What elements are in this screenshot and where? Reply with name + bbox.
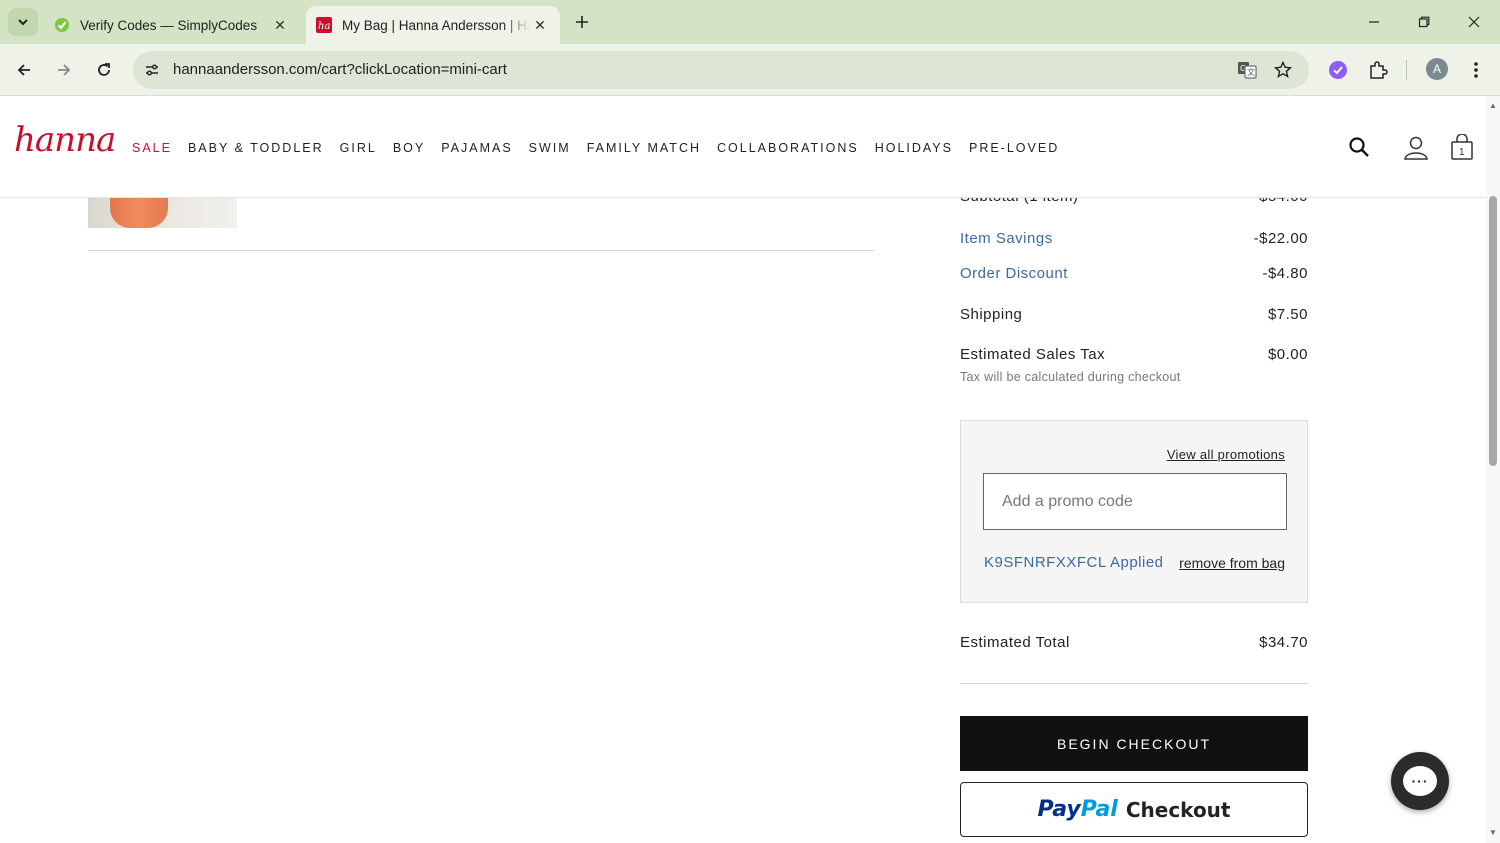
chat-dots: ··· bbox=[1411, 773, 1429, 789]
begin-checkout-button[interactable]: BEGIN CHECKOUT bbox=[960, 716, 1308, 771]
browser-menu-icon[interactable] bbox=[1463, 57, 1489, 83]
scroll-down-icon[interactable]: ▼ bbox=[1488, 827, 1498, 837]
chat-bubble-icon: ··· bbox=[1403, 766, 1437, 796]
view-all-promotions-link[interactable]: View all promotions bbox=[1167, 447, 1285, 462]
dress-image-detail bbox=[110, 198, 168, 228]
profile-avatar[interactable]: A bbox=[1426, 58, 1448, 80]
product-image[interactable] bbox=[88, 198, 237, 228]
sales-tax-row: Estimated Sales Tax $0.00 bbox=[960, 346, 1308, 363]
hanna-favicon-icon: ha bbox=[316, 17, 332, 33]
main-nav: SALE BABY & TODDLER GIRL BOY PAJAMAS SWI… bbox=[132, 141, 1075, 155]
item-savings-row: Item Savings -$22.00 bbox=[960, 230, 1308, 247]
url-text: hannaandersson.com/cart?clickLocation=mi… bbox=[173, 61, 507, 78]
nav-item-collaborations[interactable]: COLLABORATIONS bbox=[717, 141, 859, 155]
promo-code-panel: View all promotions K9SFNRFXXFCL Applied… bbox=[960, 420, 1308, 603]
tab-title: My Bag | Hanna Andersson | Hanna bbox=[342, 17, 530, 33]
translate-icon[interactable]: G文 bbox=[1236, 59, 1258, 81]
promo-code-input[interactable] bbox=[983, 473, 1287, 530]
tab-my-bag[interactable]: ha My Bag | Hanna Andersson | Hanna ✕ bbox=[306, 6, 560, 44]
nav-item-holidays[interactable]: HOLIDAYS bbox=[875, 141, 953, 155]
nav-item-sale[interactable]: SALE bbox=[132, 141, 172, 155]
browser-toolbar: hannaandersson.com/cart?clickLocation=mi… bbox=[0, 44, 1500, 96]
new-tab-button[interactable] bbox=[570, 10, 594, 34]
arrow-left-icon bbox=[17, 64, 30, 76]
shopping-bag-icon[interactable]: 1 bbox=[1447, 132, 1477, 162]
account-icon[interactable] bbox=[1401, 132, 1431, 162]
order-discount-row: Order Discount -$4.80 bbox=[960, 265, 1308, 282]
close-icon bbox=[1468, 16, 1480, 28]
address-bar[interactable]: hannaandersson.com/cart?clickLocation=mi… bbox=[133, 51, 1309, 89]
order-discount-label[interactable]: Order Discount bbox=[960, 265, 1068, 282]
restore-icon bbox=[1418, 16, 1430, 28]
item-savings-value: -$22.00 bbox=[1253, 230, 1308, 247]
chevron-down-icon bbox=[18, 19, 28, 26]
nav-item-baby-toddler[interactable]: BABY & TODDLER bbox=[188, 141, 324, 155]
estimated-total-row: Estimated Total $34.70 bbox=[960, 634, 1308, 651]
paypal-checkout-label: Checkout bbox=[1125, 797, 1231, 822]
close-window-button[interactable] bbox=[1456, 8, 1492, 36]
nav-item-pajamas[interactable]: PAJAMAS bbox=[441, 141, 512, 155]
nav-item-boy[interactable]: BOY bbox=[393, 141, 425, 155]
minimize-icon bbox=[1369, 21, 1379, 23]
total-divider bbox=[960, 683, 1308, 684]
nav-item-family-match[interactable]: FAMILY MATCH bbox=[587, 141, 701, 155]
reload-icon bbox=[98, 63, 110, 76]
estimated-total-value: $34.70 bbox=[1259, 634, 1308, 651]
sales-tax-value: $0.00 bbox=[1267, 346, 1308, 363]
bag-count: 1 bbox=[1459, 147, 1465, 158]
reload-button[interactable] bbox=[90, 56, 118, 84]
hanna-logo[interactable]: hanna bbox=[14, 120, 116, 160]
nav-item-pre-loved[interactable]: PRE-LOVED bbox=[969, 141, 1059, 155]
scroll-up-icon[interactable]: ▲ bbox=[1488, 100, 1498, 110]
shipping-label: Shipping bbox=[960, 306, 1023, 323]
close-tab-icon[interactable]: ✕ bbox=[530, 15, 550, 35]
back-button[interactable] bbox=[10, 56, 38, 84]
tab-simplycodes[interactable]: Verify Codes — SimplyCodes ✕ bbox=[44, 6, 300, 44]
tab-search-button[interactable] bbox=[8, 8, 38, 36]
search-icon[interactable] bbox=[1344, 132, 1374, 162]
applied-promo-code: K9SFNRFXXFCL Applied bbox=[984, 554, 1164, 571]
remove-promo-link[interactable]: remove from bag bbox=[1179, 555, 1285, 571]
site-header: hanna SALE BABY & TODDLER GIRL BOY PAJAM… bbox=[0, 96, 1486, 198]
extensions-puzzle-icon[interactable] bbox=[1365, 57, 1391, 83]
tab-strip: Verify Codes — SimplyCodes ✕ ha My Bag |… bbox=[0, 0, 1500, 44]
toolbar-separator bbox=[1406, 60, 1407, 80]
minimize-button[interactable] bbox=[1356, 8, 1392, 36]
svg-text:ha: ha bbox=[318, 21, 330, 32]
scrollbar-thumb[interactable] bbox=[1489, 196, 1497, 466]
forward-button[interactable] bbox=[50, 56, 78, 84]
shipping-row: Shipping $7.50 bbox=[960, 306, 1308, 323]
close-tab-icon[interactable]: ✕ bbox=[270, 15, 290, 35]
nav-item-girl[interactable]: GIRL bbox=[340, 141, 377, 155]
restore-button[interactable] bbox=[1406, 8, 1442, 36]
estimated-total-label: Estimated Total bbox=[960, 634, 1070, 651]
bookmark-star-icon[interactable] bbox=[1272, 59, 1294, 81]
simplycodes-favicon-icon bbox=[54, 17, 70, 33]
tab-title: Verify Codes — SimplyCodes bbox=[80, 17, 258, 33]
order-discount-value: -$4.80 bbox=[1262, 265, 1308, 282]
tax-note: Tax will be calculated during checkout bbox=[960, 370, 1181, 384]
svg-text:文: 文 bbox=[1247, 67, 1255, 77]
plus-icon bbox=[576, 16, 588, 28]
extension-simplycodes-icon[interactable] bbox=[1325, 57, 1351, 83]
site-info-icon[interactable] bbox=[141, 59, 163, 81]
paypal-checkout-button[interactable]: Pay Pal Checkout bbox=[960, 782, 1308, 837]
product-divider bbox=[88, 250, 874, 251]
sales-tax-label: Estimated Sales Tax bbox=[960, 346, 1106, 363]
arrow-right-icon bbox=[58, 64, 71, 76]
page-scrollbar[interactable]: ▲ ▼ bbox=[1486, 96, 1500, 843]
shipping-value: $7.50 bbox=[1267, 306, 1308, 323]
chat-button[interactable]: ··· bbox=[1391, 752, 1449, 810]
paypal-logo-pay: Pay bbox=[1037, 797, 1081, 822]
paypal-logo-pal: Pal bbox=[1080, 797, 1118, 822]
item-savings-label[interactable]: Item Savings bbox=[960, 230, 1053, 247]
nav-item-swim[interactable]: SWIM bbox=[529, 141, 571, 155]
